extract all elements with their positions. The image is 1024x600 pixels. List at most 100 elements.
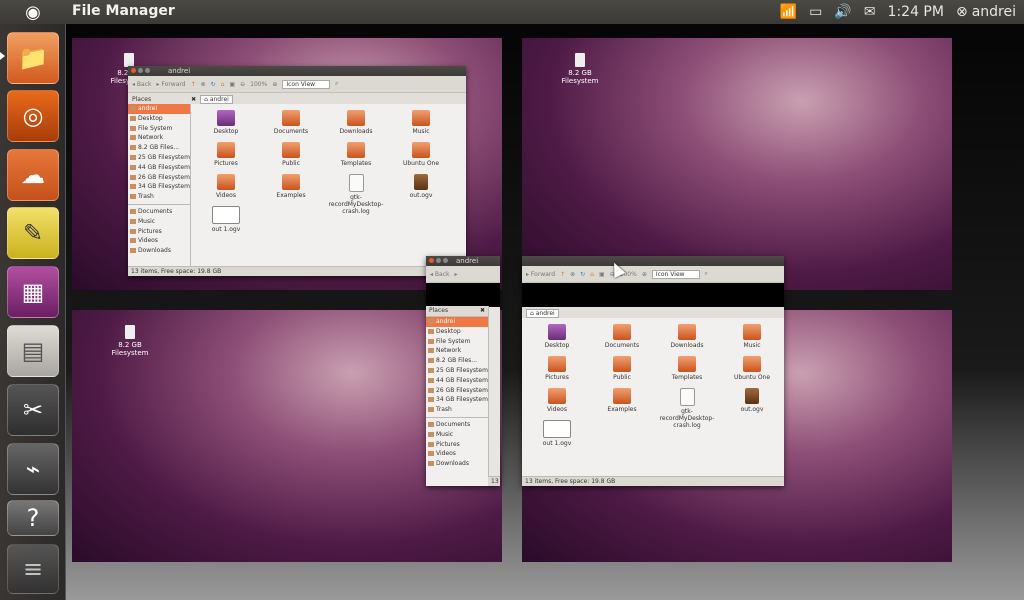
launcher-screenshot-tool-icon[interactable]: ✂ <box>7 384 59 436</box>
sidebar-bookmark[interactable]: Videos <box>128 236 190 246</box>
forward-button[interactable]: ▸ Forward <box>526 271 555 278</box>
sidebar-item[interactable]: 44 GB Filesystem <box>426 376 488 386</box>
file-item[interactable]: Music <box>392 110 450 135</box>
sidebar-item[interactable]: 8.2 GB Files... <box>426 356 488 366</box>
launcher-text-editor-icon[interactable]: ✎ <box>7 207 59 259</box>
file-item[interactable]: Documents <box>593 324 651 349</box>
up-icon[interactable]: ↑ <box>191 81 196 88</box>
launcher-ubuntu-one-icon[interactable]: ☁ <box>7 149 59 201</box>
view-mode-select[interactable]: Icon View <box>282 79 331 89</box>
desktop-drive-icon[interactable]: 8.2 GB Filesystem <box>550 53 610 85</box>
home-icon[interactable]: ⌂ <box>221 81 225 88</box>
file-item[interactable]: Videos <box>528 388 586 413</box>
mail-icon[interactable]: ✉ <box>864 4 876 20</box>
volume-icon[interactable]: 🔊 <box>834 4 851 20</box>
file-item[interactable]: Downloads <box>327 110 385 135</box>
window-controls[interactable] <box>131 68 150 73</box>
view-mode-select[interactable]: Icon View <box>651 269 700 279</box>
file-item[interactable]: out.ogv <box>723 388 781 413</box>
file-item[interactable]: Desktop <box>197 110 255 135</box>
file-item[interactable]: Desktop <box>528 324 586 349</box>
dragged-window-right[interactable]: ▸ Forward ↑ ⊗ ↻ ⌂ ▣ ⊖ 100% ⊕ Icon View ⌕… <box>522 256 784 486</box>
close-sidebar-icon[interactable]: ✖ <box>191 96 196 103</box>
forward-button[interactable]: ▸ <box>455 271 458 278</box>
sidebar-item[interactable]: 26 GB Filesystem <box>426 386 488 396</box>
file-item[interactable]: Examples <box>593 388 651 413</box>
reload-icon[interactable]: ↻ <box>211 81 216 88</box>
file-item[interactable]: Pictures <box>197 142 255 167</box>
sidebar-item[interactable]: Network <box>128 133 190 143</box>
home-icon[interactable]: ⌂ <box>590 271 594 278</box>
computer-icon[interactable]: ▣ <box>599 271 605 278</box>
sidebar-bookmark[interactable]: Documents <box>128 207 190 217</box>
search-icon[interactable]: ⌕ <box>335 80 338 88</box>
file-item[interactable]: Public <box>262 142 320 167</box>
file-item[interactable]: Public <box>593 356 651 381</box>
sidebar-bookmark[interactable]: Pictures <box>426 440 488 450</box>
file-item[interactable]: Downloads <box>658 324 716 349</box>
file-item[interactable]: Templates <box>327 142 385 167</box>
wifi-icon[interactable]: 📶 <box>780 4 797 20</box>
path-tab[interactable]: ⌂ andrei <box>200 94 233 104</box>
user-menu[interactable]: ⊗ andrei <box>956 4 1016 20</box>
sidebar-item[interactable]: Trash <box>426 405 488 415</box>
sidebar-bookmark[interactable]: Music <box>128 217 190 227</box>
sidebar-item[interactable]: Trash <box>128 192 190 202</box>
back-button[interactable]: ◂ Back <box>430 271 450 278</box>
file-item[interactable]: gtk-recordMyDesktop-crash.log <box>658 388 716 429</box>
file-manager-window[interactable]: andrei ◂ Back ▸ Forward ↑ ⊗ ↻ ⌂ ▣ ⊖ 100%… <box>128 66 466 276</box>
file-item[interactable]: Pictures <box>528 356 586 381</box>
window-titlebar[interactable]: andrei <box>426 256 500 266</box>
file-item[interactable]: Documents <box>262 110 320 135</box>
window-controls[interactable] <box>429 258 448 263</box>
file-item[interactable]: Templates <box>658 356 716 381</box>
sidebar-item[interactable]: andrei <box>128 104 190 114</box>
file-item[interactable]: out.ogv <box>392 174 450 199</box>
computer-icon[interactable]: ▣ <box>229 81 235 88</box>
window-titlebar[interactable]: andrei <box>128 66 466 76</box>
launcher-workspaces-icon[interactable]: ▦ <box>7 266 59 318</box>
sidebar-item[interactable]: 44 GB Filesystem <box>128 163 190 173</box>
clock[interactable]: 1:24 PM <box>888 4 944 20</box>
reload-icon[interactable]: ↻ <box>580 271 585 278</box>
sidebar-item[interactable]: 34 GB Filesystem <box>128 182 190 192</box>
stop-icon[interactable]: ⊗ <box>570 271 575 278</box>
sidebar-item[interactable]: 34 GB Filesystem <box>426 395 488 405</box>
window-titlebar[interactable] <box>522 256 784 266</box>
launcher-help-icon[interactable]: ? <box>7 500 59 536</box>
launcher-home-folder-icon[interactable]: 📁 <box>7 32 59 84</box>
sidebar-item[interactable]: Desktop <box>128 114 190 124</box>
sidebar-item[interactable]: File System <box>128 124 190 134</box>
file-item[interactable]: out 1.ogv <box>197 206 255 233</box>
sidebar-item[interactable]: 8.2 GB Files... <box>128 143 190 153</box>
sidebar-item[interactable]: 25 GB Filesystem <box>128 153 190 163</box>
back-button[interactable]: ◂ Back <box>132 81 152 88</box>
file-item[interactable]: Videos <box>197 174 255 199</box>
file-item[interactable]: out 1.ogv <box>528 420 586 447</box>
file-item[interactable]: Ubuntu One <box>392 142 450 167</box>
launcher-file-manager-icon[interactable]: ▤ <box>7 325 59 377</box>
desktop-drive-icon[interactable]: 8.2 GB Filesystem <box>100 325 160 357</box>
file-item[interactable]: Music <box>723 324 781 349</box>
stop-icon[interactable]: ⊗ <box>201 81 206 88</box>
sidebar-item[interactable]: 25 GB Filesystem <box>426 366 488 376</box>
zoom-out-icon[interactable]: ⊖ <box>240 81 245 88</box>
forward-button[interactable]: ▸ Forward <box>157 81 186 88</box>
battery-icon[interactable]: ▭ <box>809 4 822 20</box>
launcher-firefox-icon[interactable]: ◎ <box>7 90 59 142</box>
file-item[interactable]: gtk-recordMyDesktop-crash.log <box>327 174 385 215</box>
path-tab[interactable]: ⌂ andrei <box>526 308 559 318</box>
file-item[interactable]: Examples <box>262 174 320 199</box>
workspace-1[interactable]: 8.2 GB Filesystem andrei ◂ Back ▸ Forwar… <box>72 38 502 290</box>
sidebar-item[interactable]: andrei <box>426 317 488 327</box>
up-icon[interactable]: ↑ <box>560 271 565 278</box>
sidebar-item[interactable]: Desktop <box>426 327 488 337</box>
search-icon[interactable]: ⌕ <box>705 270 708 278</box>
sidebar-bookmark[interactable]: Pictures <box>128 227 190 237</box>
sidebar-bookmark[interactable]: Music <box>426 430 488 440</box>
sidebar-item[interactable]: File System <box>426 337 488 347</box>
launcher-usb-drive-icon[interactable]: ⌁ <box>7 443 59 495</box>
zoom-in-icon[interactable]: ⊕ <box>272 81 277 88</box>
workspace-2[interactable]: 8.2 GB Filesystem <box>522 38 952 290</box>
sidebar-bookmark[interactable]: Documents <box>426 420 488 430</box>
